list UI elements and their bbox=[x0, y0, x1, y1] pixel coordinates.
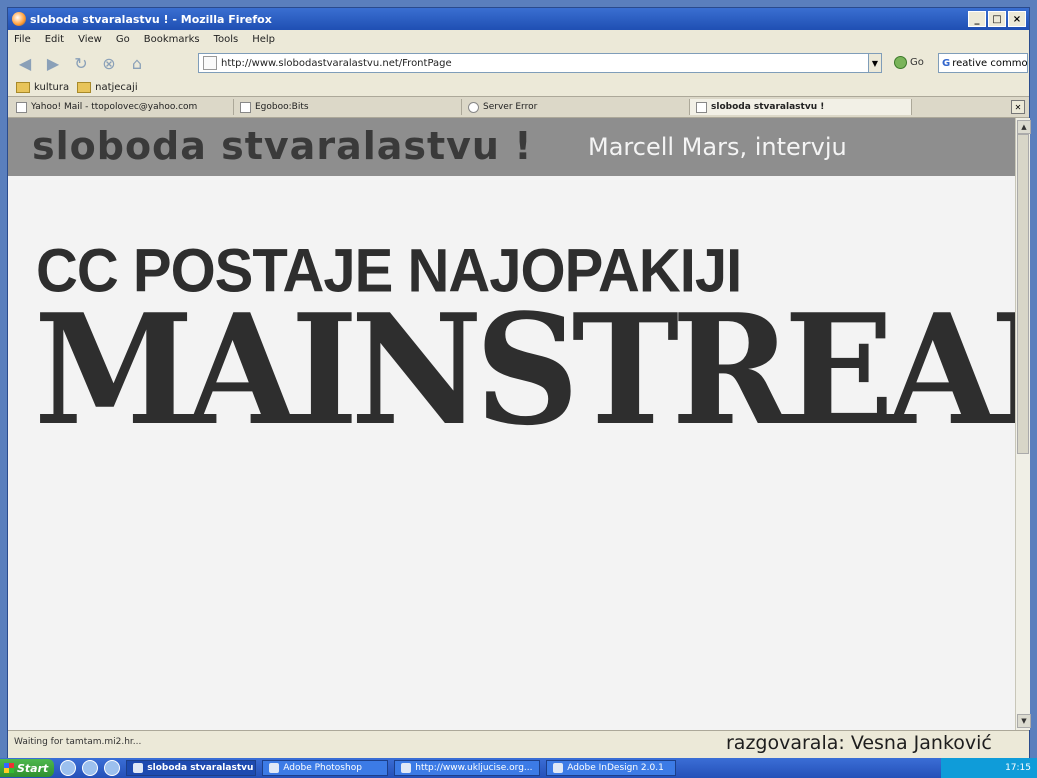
tab-label: Server Error bbox=[483, 102, 538, 112]
scroll-up-button[interactable]: ▲ bbox=[1017, 120, 1031, 134]
tab-label: Yahoo! Mail - ttopolovec@yahoo.com bbox=[31, 102, 198, 112]
scroll-down-button[interactable]: ▼ bbox=[1017, 714, 1031, 728]
quicklaunch-icon-3[interactable] bbox=[104, 760, 121, 776]
task-ukljucise[interactable]: http://www.ukljucise.org... bbox=[394, 760, 541, 776]
browser-window: sloboda stvaralastvu ! - Mozilla Firefox… bbox=[8, 8, 1031, 760]
maximize-button[interactable]: □ bbox=[988, 11, 1006, 27]
status-bar: Waiting for tamtam.mi2.hr... razgovarala… bbox=[8, 730, 1029, 754]
scroll-thumb[interactable] bbox=[1017, 134, 1029, 454]
title-bar[interactable]: sloboda stvaralastvu ! - Mozilla Firefox… bbox=[8, 8, 1029, 30]
task-indesign[interactable]: Adobe InDesign 2.0.1 bbox=[546, 760, 677, 776]
tab-yahoo-mail[interactable]: Yahoo! Mail - ttopolovec@yahoo.com bbox=[10, 99, 234, 115]
tab-sloboda-stvaralastvu[interactable]: sloboda stvaralastvu ! bbox=[690, 99, 912, 115]
interview-byline: razgovarala: Vesna Janković bbox=[726, 732, 992, 754]
yahoo-icon bbox=[16, 101, 27, 113]
folder-icon bbox=[16, 81, 30, 93]
start-label: Start bbox=[17, 761, 49, 775]
task-photoshop[interactable]: Adobe Photoshop bbox=[262, 760, 389, 776]
menu-view[interactable]: View bbox=[78, 34, 102, 45]
task-label: Adobe Photoshop bbox=[283, 763, 362, 773]
close-icon: ✕ bbox=[1014, 102, 1022, 112]
back-arrow-icon: ◀ bbox=[18, 53, 32, 73]
arrow-down-icon: ▼ bbox=[1021, 717, 1027, 725]
google-icon: G bbox=[942, 57, 951, 69]
tray-clock[interactable]: 17:15 bbox=[1005, 763, 1031, 773]
headline-line-2: MAINSTREAM bbox=[34, 280, 1015, 459]
bookmark-natjecaji[interactable]: natjecaji bbox=[77, 81, 138, 93]
menu-go[interactable]: Go bbox=[116, 34, 130, 45]
menu-bar: File Edit View Go Bookmarks Tools Help bbox=[8, 30, 1029, 48]
firefox-icon bbox=[133, 763, 144, 773]
url-text: http://www.slobodastvaralastvu.net/Front… bbox=[221, 57, 452, 69]
go-label: Go bbox=[910, 57, 924, 68]
page-content: sloboda stvaralastvu ! Marcell Mars, int… bbox=[8, 118, 1015, 730]
quicklaunch-icon-1[interactable] bbox=[60, 760, 77, 776]
page-icon bbox=[696, 101, 707, 113]
task-firefox[interactable]: sloboda stvaralastvu ... bbox=[126, 760, 257, 776]
start-button[interactable]: Start bbox=[0, 759, 55, 777]
task-label: sloboda stvaralastvu ... bbox=[147, 763, 257, 773]
bookmark-label: kultura bbox=[34, 81, 70, 93]
menu-tools[interactable]: Tools bbox=[214, 34, 239, 45]
site-title[interactable]: sloboda stvaralastvu ! bbox=[32, 124, 533, 168]
arrow-up-icon: ▲ bbox=[1021, 123, 1027, 131]
windows-taskbar: Start sloboda stvaralastvu ... Adobe Pho… bbox=[0, 758, 1037, 778]
chevron-down-icon: ▼ bbox=[871, 58, 879, 68]
task-label: Adobe InDesign 2.0.1 bbox=[567, 763, 664, 773]
go-icon bbox=[894, 56, 907, 69]
firefox-icon bbox=[12, 12, 26, 26]
photoshop-icon bbox=[269, 763, 280, 773]
reload-button[interactable]: ↻ bbox=[70, 52, 92, 74]
vertical-scrollbar[interactable]: ▲ ▼ bbox=[1015, 118, 1031, 730]
folder-icon bbox=[77, 81, 92, 93]
windows-logo-icon bbox=[4, 763, 14, 773]
tab-egoboo[interactable]: Egoboo:Bits bbox=[234, 99, 462, 115]
search-input[interactable]: G reative commons hr bbox=[938, 53, 1028, 73]
search-text: reative commons hr bbox=[952, 57, 1028, 69]
back-button[interactable]: ◀ bbox=[14, 52, 36, 74]
home-icon: ⌂ bbox=[131, 53, 143, 73]
stop-button[interactable]: ⊗ bbox=[98, 52, 120, 74]
menu-file[interactable]: File bbox=[14, 34, 31, 45]
menu-bookmarks[interactable]: Bookmarks bbox=[144, 34, 200, 45]
reload-icon: ↻ bbox=[74, 53, 88, 73]
menu-help[interactable]: Help bbox=[252, 34, 275, 45]
task-label: http://www.ukljucise.org... bbox=[415, 763, 533, 773]
bookmarks-toolbar: kultura natjecaji bbox=[8, 78, 1029, 96]
close-button[interactable]: × bbox=[1008, 11, 1026, 27]
bookmark-kultura[interactable]: kultura bbox=[16, 81, 70, 93]
menu-edit[interactable]: Edit bbox=[45, 34, 64, 45]
forward-button[interactable]: ▶ bbox=[42, 52, 64, 74]
page-subtitle: Marcell Mars, intervju bbox=[588, 133, 847, 161]
tab-server-error[interactable]: Server Error bbox=[462, 99, 690, 115]
window-title: sloboda stvaralastvu ! - Mozilla Firefox bbox=[30, 12, 272, 26]
page-icon bbox=[401, 763, 412, 773]
forward-arrow-icon: ▶ bbox=[46, 53, 60, 73]
url-input[interactable]: http://www.slobodastvaralastvu.net/Front… bbox=[198, 53, 880, 73]
page-icon bbox=[203, 56, 217, 70]
tab-close-button[interactable]: ✕ bbox=[1011, 100, 1025, 114]
tab-bar: Yahoo! Mail - ttopolovec@yahoo.com Egobo… bbox=[8, 96, 1029, 118]
url-dropdown-button[interactable]: ▼ bbox=[868, 53, 882, 73]
indesign-icon bbox=[553, 763, 564, 773]
bookmark-label: natjecaji bbox=[95, 81, 138, 93]
home-button[interactable]: ⌂ bbox=[126, 52, 148, 74]
go-button[interactable]: Go bbox=[894, 56, 924, 69]
site-header-banner: sloboda stvaralastvu ! Marcell Mars, int… bbox=[8, 118, 1015, 176]
page-icon bbox=[240, 101, 251, 113]
navigation-toolbar: ◀ ▶ ↻ ⊗ ⌂ http://www.slobodastvaralastvu… bbox=[8, 48, 1029, 78]
error-icon bbox=[468, 101, 479, 113]
tab-label: Egoboo:Bits bbox=[255, 102, 309, 112]
quicklaunch-icon-2[interactable] bbox=[82, 760, 99, 776]
system-tray: 17:15 bbox=[941, 758, 1037, 778]
minimize-button[interactable]: _ bbox=[968, 11, 986, 27]
stop-icon: ⊗ bbox=[102, 53, 116, 73]
status-text: Waiting for tamtam.mi2.hr... bbox=[14, 737, 142, 747]
tab-label: sloboda stvaralastvu ! bbox=[711, 102, 825, 112]
